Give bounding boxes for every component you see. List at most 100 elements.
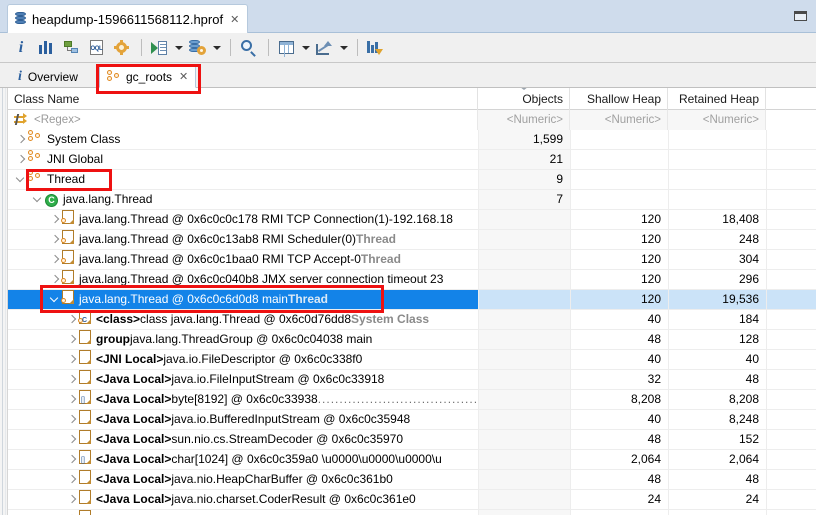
query-browser-icon[interactable] — [186, 37, 208, 59]
row-class-name-cell[interactable]: <Java Local> sun.nio.cs.StreamDecoder @ … — [8, 430, 478, 449]
row-objects-cell — [478, 370, 570, 389]
row-class-name-cell[interactable]: JNI Global — [8, 150, 478, 169]
row-class-name-cell[interactable]: C <class> class java.lang.Thread @ 0x6c0d… — [8, 310, 478, 329]
row-class-name-cell[interactable]: java.lang.Thread @ 0x6c0c13ab8 RMI Sched… — [8, 230, 478, 249]
row-class-name-cell[interactable]: [] <Java Local> char[1024] @ 0x6c0c359a0 … — [8, 450, 478, 469]
expand-twisty-closed-icon[interactable] — [65, 510, 79, 515]
filter-shallow-heap[interactable]: <Numeric> — [570, 110, 668, 130]
export-dropdown-icon[interactable] — [338, 37, 349, 59]
table-row[interactable] — [8, 510, 816, 515]
table-row[interactable]: <Java Local> sun.nio.cs.StreamDecoder @ … — [8, 430, 816, 450]
object-icon — [79, 410, 91, 424]
expand-twisty-closed-icon[interactable] — [65, 490, 79, 509]
col-objects[interactable]: Objects — [478, 88, 570, 110]
tab-gc-roots[interactable]: gc_roots ✕ — [99, 65, 197, 88]
calculator-icon[interactable] — [275, 37, 297, 59]
expand-twisty-closed-icon[interactable] — [65, 310, 79, 329]
row-class-name-cell[interactable]: Thread — [8, 170, 478, 189]
run-expert-system-test-dropdown-icon[interactable] — [173, 37, 184, 59]
expand-twisty-closed-icon[interactable] — [48, 270, 62, 289]
row-label: Thread — [47, 172, 86, 186]
table-row[interactable]: java.lang.Thread @ 0x6c0c13ab8 RMI Sched… — [8, 230, 816, 250]
col-retained-heap[interactable]: Retained Heap — [668, 88, 766, 110]
table-row[interactable]: [] <Java Local> byte[8192] @ 0x6c0c33938 … — [8, 390, 816, 410]
row-class-name-cell[interactable]: <Java Local> java.nio.charset.CoderResul… — [8, 490, 478, 509]
row-class-name-cell[interactable]: <Java Local> java.nio.HeapCharBuffer @ 0… — [8, 470, 478, 489]
row-class-name-cell[interactable]: System Class — [8, 130, 478, 149]
expand-twisty-open-icon[interactable] — [14, 170, 28, 189]
tab-gc-roots-close-icon[interactable]: ✕ — [179, 70, 188, 83]
col-class-name[interactable]: Class Name — [8, 88, 478, 110]
export-icon[interactable] — [313, 37, 335, 59]
restore-window-button[interactable] — [794, 11, 807, 21]
filter-retained-heap[interactable]: <Numeric> — [668, 110, 766, 130]
table-row[interactable]: <Java Local> java.nio.charset.CoderResul… — [8, 490, 816, 510]
row-label: java.lang.Thread @ 0x6c0c6d0d8 main — [79, 292, 288, 306]
row-class-name-cell[interactable]: java.lang.Thread @ 0x6c0c1baa0 RMI TCP A… — [8, 250, 478, 269]
table-row[interactable]: java.lang.Thread @ 0x6c0c6d0d8 main Thre… — [8, 290, 816, 310]
inspector-icon[interactable] — [110, 37, 132, 59]
row-class-name-cell[interactable]: group java.lang.ThreadGroup @ 0x6c0c0403… — [8, 330, 478, 349]
table-row[interactable]: JNI Global 21 — [8, 150, 816, 170]
table-row[interactable]: <Java Local> java.io.FileInputStream @ 0… — [8, 370, 816, 390]
info-icon[interactable]: i — [10, 37, 32, 59]
row-spacer-cell — [766, 230, 816, 249]
expand-twisty-closed-icon[interactable] — [65, 450, 79, 469]
editor-tab-heapdump[interactable]: heapdump-1596611568112.hprof ✕ — [7, 4, 249, 33]
row-class-name-cell[interactable]: java.lang.Thread @ 0x6c0c0c178 RMI TCP C… — [8, 210, 478, 229]
expand-twisty-closed-icon[interactable] — [65, 470, 79, 489]
table-row[interactable]: java.lang.Thread @ 0x6c0c0c178 RMI TCP C… — [8, 210, 816, 230]
expand-twisty-closed-icon[interactable] — [65, 410, 79, 429]
row-label: java.lang.Thread — [63, 192, 153, 206]
calculator-dropdown-icon[interactable] — [300, 37, 311, 59]
query-browser-dropdown-icon[interactable] — [211, 37, 222, 59]
table-row[interactable]: java.lang.Thread @ 0x6c0c040b8 JMX serve… — [8, 270, 816, 290]
expand-twisty-closed-icon[interactable] — [14, 150, 28, 169]
table-row[interactable]: <JNI Local> java.io.FileDescriptor @ 0x6… — [8, 350, 816, 370]
row-class-name-cell[interactable]: Cjava.lang.Thread — [8, 190, 478, 209]
row-shallow-heap-cell: 48 — [570, 330, 668, 349]
expand-twisty-closed-icon[interactable] — [48, 250, 62, 269]
row-class-name-cell[interactable] — [8, 510, 478, 515]
expand-twisty-closed-icon[interactable] — [14, 130, 28, 149]
editor-tab-close-icon[interactable]: ✕ — [230, 13, 239, 26]
tab-overview[interactable]: i Overview — [10, 65, 86, 88]
filter-class-name[interactable]: <Regex> — [8, 110, 478, 130]
filter-objects[interactable]: <Numeric> — [478, 110, 570, 130]
table-row[interactable]: System Class 1,599 — [8, 130, 816, 150]
oql-icon[interactable]: OQL — [85, 37, 107, 59]
table-row[interactable]: C <class> class java.lang.Thread @ 0x6c0d… — [8, 310, 816, 330]
compare-icon[interactable] — [364, 37, 386, 59]
table-row[interactable]: Cjava.lang.Thread 7 — [8, 190, 816, 210]
expand-twisty-open-icon[interactable] — [48, 290, 62, 309]
row-label: java.lang.Thread @ 0x6c0c13ab8 RMI Sched… — [79, 232, 356, 246]
row-suffix-label: System Class — [351, 312, 430, 326]
table-body[interactable]: System Class 1,599 JNI Global 21 Thread 9 Cjav… — [8, 130, 816, 515]
expand-twisty-closed-icon[interactable] — [65, 370, 79, 389]
table-row[interactable]: <Java Local> java.io.BufferedInputStream… — [8, 410, 816, 430]
histogram-icon[interactable] — [35, 37, 57, 59]
row-class-name-cell[interactable]: java.lang.Thread @ 0x6c0c040b8 JMX serve… — [8, 270, 478, 289]
table-row[interactable]: group java.lang.ThreadGroup @ 0x6c0c0403… — [8, 330, 816, 350]
table-row[interactable]: <Java Local> java.nio.HeapCharBuffer @ 0… — [8, 470, 816, 490]
expand-twisty-closed-icon[interactable] — [65, 350, 79, 369]
dominator-tree-icon[interactable] — [60, 37, 82, 59]
table-row[interactable]: java.lang.Thread @ 0x6c0c1baa0 RMI TCP A… — [8, 250, 816, 270]
expand-twisty-closed-icon[interactable] — [65, 390, 79, 409]
row-class-name-cell[interactable]: <JNI Local> java.io.FileDescriptor @ 0x6… — [8, 350, 478, 369]
expand-twisty-open-icon[interactable] — [31, 190, 45, 209]
expand-twisty-closed-icon[interactable] — [65, 330, 79, 349]
expand-twisty-closed-icon[interactable] — [65, 430, 79, 449]
row-class-name-cell[interactable]: java.lang.Thread @ 0x6c0c6d0d8 main Thre… — [8, 290, 478, 309]
col-shallow-heap[interactable]: Shallow Heap — [570, 88, 668, 110]
row-shallow-heap-cell: 2,064 — [570, 450, 668, 469]
find-icon[interactable] — [237, 37, 259, 59]
table-row[interactable]: [] <Java Local> char[1024] @ 0x6c0c359a0 … — [8, 450, 816, 470]
table-row[interactable]: Thread 9 — [8, 170, 816, 190]
run-expert-system-test-icon[interactable] — [148, 37, 170, 59]
expand-twisty-closed-icon[interactable] — [48, 210, 62, 229]
row-class-name-cell[interactable]: <Java Local> java.io.BufferedInputStream… — [8, 410, 478, 429]
row-class-name-cell[interactable]: <Java Local> java.io.FileInputStream @ 0… — [8, 370, 478, 389]
expand-twisty-closed-icon[interactable] — [48, 230, 62, 249]
row-class-name-cell[interactable]: [] <Java Local> byte[8192] @ 0x6c0c33938 … — [8, 390, 478, 409]
